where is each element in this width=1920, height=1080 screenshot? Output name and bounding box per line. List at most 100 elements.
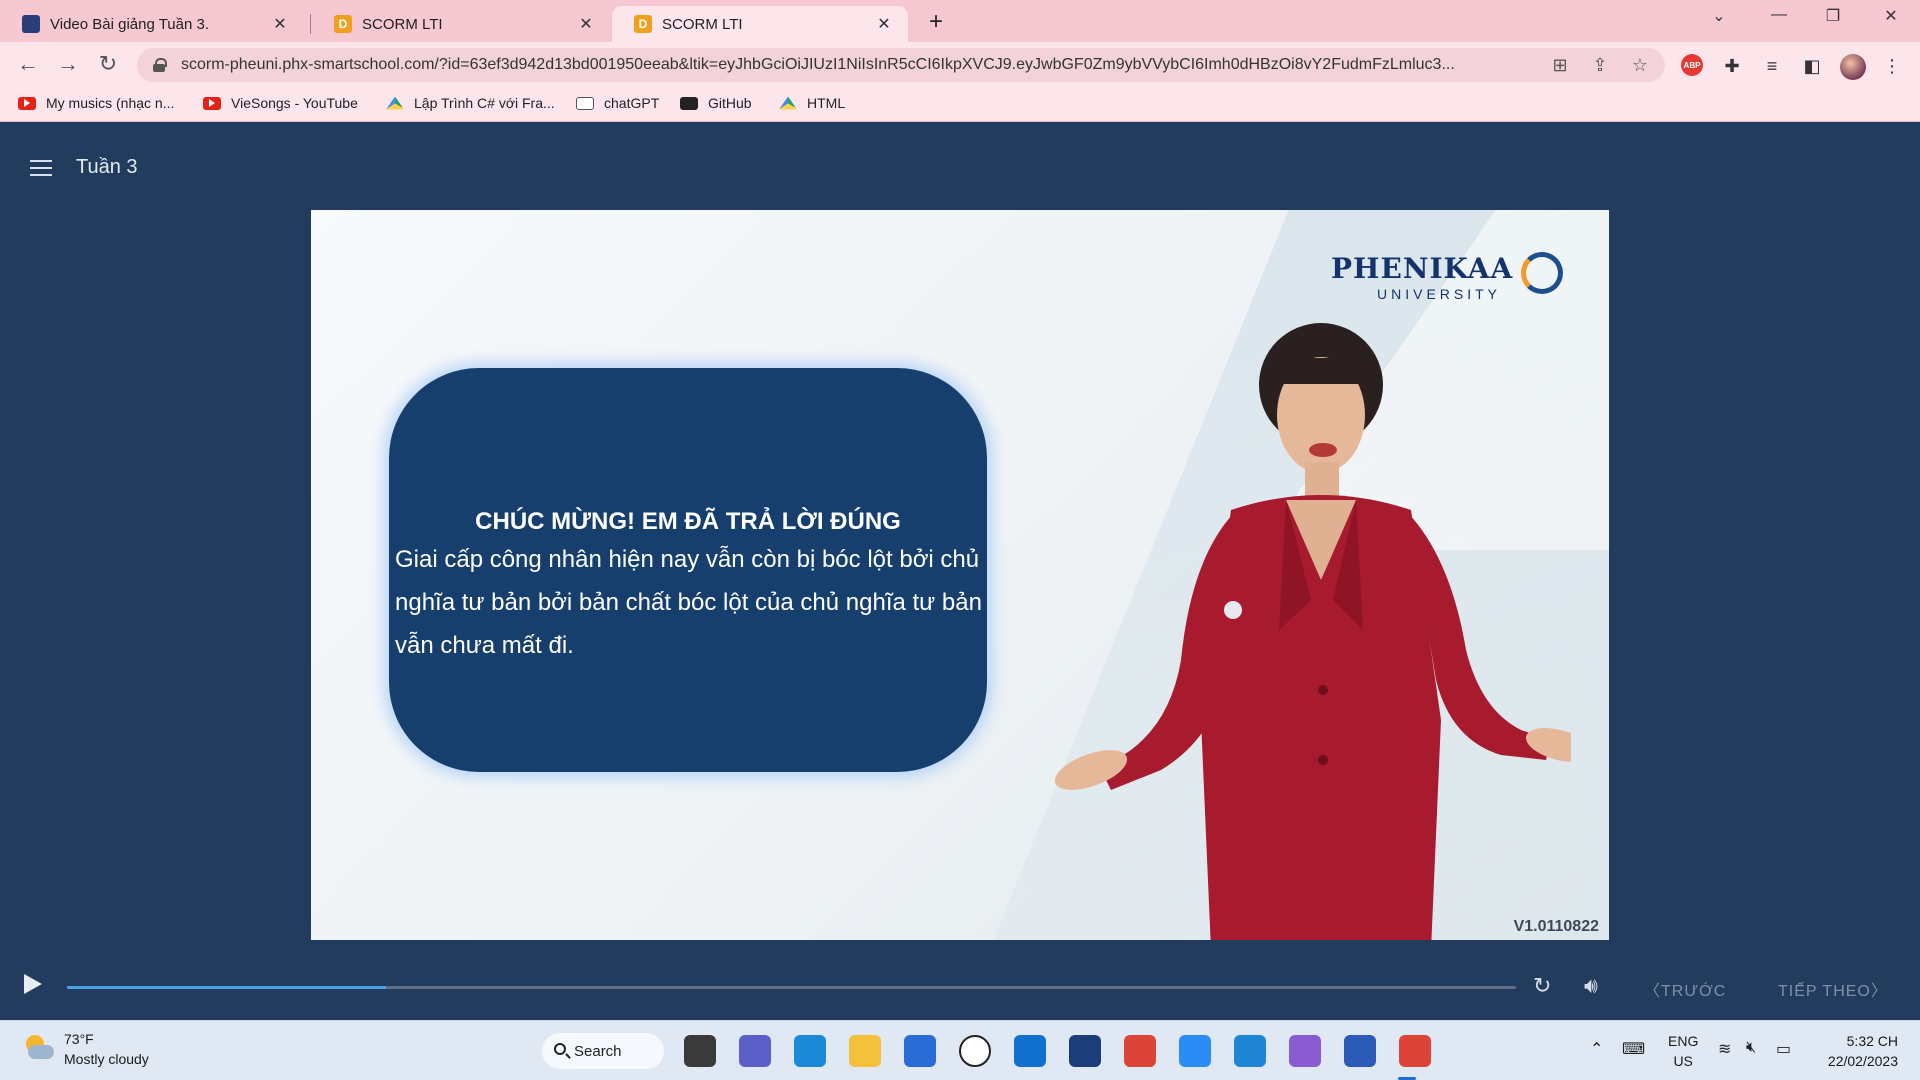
vscode-icon[interactable] (1234, 1035, 1266, 1067)
url-text[interactable]: scorm-pheuni.phx-smartschool.com/?id=63e… (181, 56, 1561, 74)
bookmark-label: Lập Trình C# với Fra... (414, 95, 555, 111)
lock-icon[interactable] (153, 58, 167, 72)
prev-button[interactable]: 〈TRƯỚC (1644, 977, 1726, 1001)
wifi-icon[interactable]: ≋ (1718, 1039, 1731, 1059)
phenikaa-logo: PHENIKAA UNIVERSITY (1331, 252, 1571, 312)
weather-desc[interactable]: Mostly cloudy (64, 1051, 149, 1067)
media-control-icon[interactable]: ≡ (1760, 54, 1784, 78)
zalo-icon[interactable] (1179, 1035, 1211, 1067)
lms-favicon-icon (22, 15, 40, 33)
bookmark-viesongs[interactable]: VieSongs - YouTube (203, 95, 358, 111)
close-tab-icon[interactable]: ✕ (270, 14, 290, 34)
taskbar-search[interactable]: Search (542, 1033, 664, 1069)
more-menu-icon[interactable]: ⋮ (1880, 54, 1904, 78)
version-label: V1.0110822 (1513, 918, 1599, 935)
logo-name: PHENIKAA (1331, 252, 1514, 285)
battery-icon[interactable]: ▭ (1776, 1039, 1791, 1059)
hamburger-menu-icon[interactable] (30, 160, 52, 176)
bookmark-label: VieSongs - YouTube (231, 95, 358, 111)
store-icon[interactable] (904, 1035, 936, 1067)
new-tab-button[interactable]: + (922, 8, 950, 36)
next-label: TIẾP THEO (1778, 983, 1871, 1000)
bookmarks-bar: My musics (nhạc n... VieSongs - YouTube … (0, 88, 1920, 122)
bookmark-label: GitHub (708, 95, 752, 111)
google-drive-icon (386, 96, 404, 110)
restore-icon[interactable]: ❐ (1818, 6, 1848, 26)
start-windows-icon[interactable] (494, 1037, 522, 1065)
d-favicon-icon: D (634, 15, 652, 33)
system-clock[interactable]: 5:32 CH 22/02/2023 (1818, 1031, 1898, 1071)
bookmark-label: HTML (807, 95, 846, 111)
clock-date: 22/02/2023 (1827, 1053, 1898, 1069)
language-indicator[interactable]: ENG US (1668, 1031, 1698, 1071)
scorm-player: Tuần 3 PHENIKAA UNIVERSITY CHÚC MỪNG! EM… (0, 122, 1920, 1020)
chrome-icon[interactable] (1124, 1035, 1156, 1067)
lang-top: ENG (1668, 1033, 1699, 1049)
word-icon[interactable] (1344, 1035, 1376, 1067)
search-icon (554, 1043, 566, 1055)
volume-icon[interactable]: 🔊︎ (1584, 973, 1598, 999)
close-tab-icon[interactable]: ✕ (874, 14, 894, 34)
d-favicon-icon: D (334, 15, 352, 33)
weather-cloudy-icon[interactable] (22, 1035, 56, 1063)
tab-title: SCORM LTI (362, 15, 443, 33)
back-arrow-icon[interactable]: ← (14, 52, 42, 76)
youtube-icon (18, 96, 36, 110)
chevron-up-icon[interactable]: ⌃ (1590, 1039, 1603, 1059)
forward-arrow-icon[interactable]: → (54, 52, 82, 76)
file-explorer-icon[interactable] (849, 1035, 881, 1067)
edge-icon[interactable] (794, 1035, 826, 1067)
next-button[interactable]: TIẾP THEO〉 (1778, 977, 1888, 1001)
minimize-icon[interactable]: — (1764, 6, 1794, 24)
weather-temp[interactable]: 73°F (64, 1031, 94, 1047)
address-bar[interactable]: scorm-pheuni.phx-smartschool.com/?id=63e… (137, 48, 1665, 82)
profile-avatar[interactable] (1840, 54, 1866, 80)
visual-studio-icon[interactable] (1289, 1035, 1321, 1067)
side-panel-icon[interactable]: ◧ (1800, 54, 1824, 78)
tab-title: Video Bài giảng Tuần 3. (50, 15, 210, 33)
tab-divider (310, 14, 311, 34)
tab-search-icon[interactable]: ⌄ (1704, 6, 1734, 26)
browser-toolbar: ← → ↻ scorm-pheuni.phx-smartschool.com/?… (0, 42, 1920, 88)
extensions-puzzle-icon[interactable]: ✚ (1720, 54, 1744, 78)
reload-icon[interactable]: ↻ (94, 52, 122, 76)
mute-icon[interactable]: 🔇︎ (1746, 1039, 1756, 1057)
tab-scorm-lti-1[interactable]: D SCORM LTI ✕ (312, 6, 610, 42)
youtube-icon (203, 96, 221, 110)
translate-icon[interactable]: ⊞ (1549, 55, 1571, 76)
keyboard-icon[interactable]: ⌨ (1622, 1039, 1645, 1059)
feedback-body: Giai cấp công nhân hiện nay vẫn còn bị b… (395, 546, 982, 659)
share-icon[interactable]: ⇪ (1589, 55, 1611, 76)
chrome-profile-icon[interactable] (1399, 1035, 1431, 1067)
close-tab-icon[interactable]: ✕ (576, 14, 596, 34)
teams-chat-icon[interactable] (739, 1035, 771, 1067)
bookmark-github[interactable]: GitHub (680, 95, 752, 111)
github-icon (680, 96, 698, 110)
bookmark-chatgpt[interactable]: chatGPT (576, 95, 659, 111)
chatgpt-icon (576, 96, 594, 110)
bookmark-star-icon[interactable]: ☆ (1629, 55, 1651, 76)
tab-video-lecture[interactable]: Video Bài giảng Tuần 3. ✕ (0, 6, 304, 42)
chevron-left-icon: 〈 (1644, 983, 1662, 1000)
dell-icon[interactable] (959, 1035, 991, 1067)
feedback-title: CHÚC MỪNG! EM ĐÃ TRẢ LỜI ĐÚNG (475, 508, 901, 535)
dev-home-icon[interactable] (1069, 1035, 1101, 1067)
tab-scorm-lti-active[interactable]: D SCORM LTI ✕ (612, 6, 908, 42)
adblock-plus-icon[interactable]: ABP (1681, 54, 1703, 76)
windows-taskbar: 73°F Mostly cloudy Search ⌃ ⌨ ENG US ≋ 🔇… (0, 1020, 1920, 1080)
replay-icon[interactable]: ↻ (1533, 973, 1551, 999)
bookmark-html[interactable]: HTML (779, 95, 845, 111)
seek-progress (67, 986, 386, 989)
app-blue-icon[interactable] (1014, 1035, 1046, 1067)
bookmark-lap-trinh[interactable]: Lập Trình C# với Fra... (386, 95, 555, 111)
task-view-icon[interactable] (684, 1035, 716, 1067)
play-icon[interactable] (24, 974, 42, 994)
feedback-box: CHÚC MỪNG! EM ĐÃ TRẢ LỜI ĐÚNG Giai cấp c… (389, 368, 987, 772)
bookmark-my-musics[interactable]: My musics (nhạc n... (18, 95, 174, 111)
player-controls: ↻ 🔊︎ 〈TRƯỚC TIẾP THEO〉 (0, 960, 1920, 1020)
close-window-icon[interactable]: ✕ (1876, 6, 1906, 26)
seek-bar[interactable] (67, 986, 1516, 989)
tab-strip: Video Bài giảng Tuần 3. ✕ D SCORM LTI ✕ … (0, 0, 1920, 42)
logo-ring-icon (1521, 252, 1563, 294)
lang-bottom: US (1673, 1053, 1693, 1069)
